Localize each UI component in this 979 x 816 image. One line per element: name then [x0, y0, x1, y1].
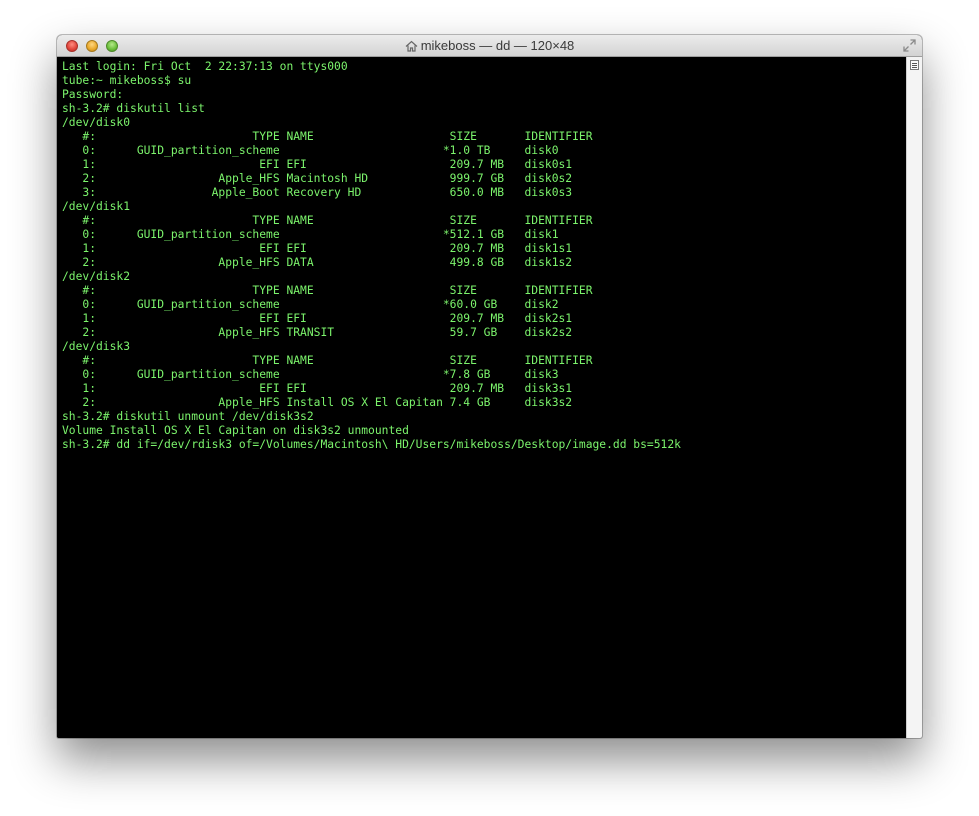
terminal-line: #: TYPE NAME SIZE IDENTIFIER	[62, 354, 593, 367]
title-bar[interactable]: mikeboss — dd — 120×48	[57, 35, 922, 57]
home-icon	[405, 40, 418, 56]
terminal-line: /dev/disk0	[62, 116, 131, 129]
terminal-line: 2: Apple_HFS TRANSIT 59.7 GB disk2s2	[62, 326, 573, 339]
terminal-line: 0: GUID_partition_scheme *60.0 GB disk2	[62, 298, 559, 311]
terminal-line: #: TYPE NAME SIZE IDENTIFIER	[62, 130, 593, 143]
window-title: mikeboss — dd — 120×48	[420, 38, 575, 53]
terminal-line: #: TYPE NAME SIZE IDENTIFIER	[62, 284, 593, 297]
terminal-line: /dev/disk3	[62, 340, 131, 353]
terminal-line: /dev/disk1	[62, 200, 131, 213]
window-title-container: mikeboss — dd — 120×48	[57, 38, 922, 56]
terminal-line: Last login: Fri Oct 2 22:37:13 on ttys00…	[62, 60, 348, 73]
terminal-line: sh-3.2# diskutil unmount /dev/disk3s2	[62, 410, 314, 423]
terminal-line: 3: Apple_Boot Recovery HD 650.0 MB disk0…	[62, 186, 573, 199]
terminal-window: mikeboss — dd — 120×48 Last login: Fri O…	[57, 35, 922, 738]
terminal-line: 1: EFI EFI 209.7 MB disk3s1	[62, 382, 573, 395]
terminal-line: #: TYPE NAME SIZE IDENTIFIER	[62, 214, 593, 227]
terminal-line: sh-3.2# diskutil list	[62, 102, 205, 115]
terminal-line: Volume Install OS X El Capitan on disk3s…	[62, 424, 409, 437]
terminal-line: /dev/disk2	[62, 270, 131, 283]
terminal-line: 2: Apple_HFS DATA 499.8 GB disk1s2	[62, 256, 573, 269]
terminal-line: 2: Apple_HFS Install OS X El Capitan 7.4…	[62, 396, 573, 409]
terminal-line: 2: Apple_HFS Macintosh HD 999.7 GB disk0…	[62, 172, 573, 185]
terminal-line: 1: EFI EFI 209.7 MB disk0s1	[62, 158, 573, 171]
terminal-output[interactable]: Last login: Fri Oct 2 22:37:13 on ttys00…	[57, 57, 906, 738]
fullscreen-arrows-icon[interactable]	[903, 39, 916, 52]
split-pane-icon[interactable]	[910, 60, 919, 70]
terminal-line: 1: EFI EFI 209.7 MB disk2s1	[62, 312, 573, 325]
terminal-line: 0: GUID_partition_scheme *1.0 TB disk0	[62, 144, 559, 157]
scrollbar[interactable]	[906, 57, 922, 738]
terminal-line: 0: GUID_partition_scheme *512.1 GB disk1	[62, 228, 559, 241]
terminal-line: Password:	[62, 88, 124, 101]
terminal-line: sh-3.2# dd if=/dev/rdisk3 of=/Volumes/Ma…	[62, 438, 681, 451]
terminal-line: 0: GUID_partition_scheme *7.8 GB disk3	[62, 368, 559, 381]
terminal-line: tube:~ mikeboss$ su	[62, 74, 192, 87]
terminal-line: 1: EFI EFI 209.7 MB disk1s1	[62, 242, 573, 255]
